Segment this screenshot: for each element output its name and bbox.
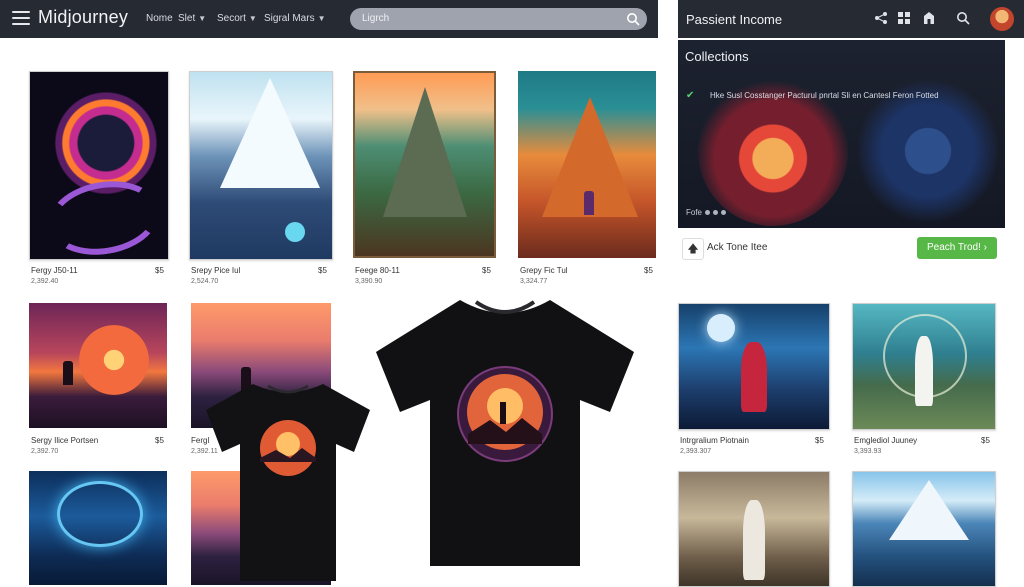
arrow-up-icon: 🡅	[687, 243, 699, 255]
product-image[interactable]	[29, 71, 169, 260]
product-title[interactable]: Intrgralium Piotnain	[680, 436, 749, 445]
store-icon[interactable]	[922, 11, 936, 25]
product-image[interactable]	[518, 71, 656, 258]
product-subtitle: 3,390.90	[355, 278, 383, 285]
brand-logo[interactable]: Midjourney	[38, 7, 128, 28]
pager-dot[interactable]	[705, 210, 711, 215]
product-image[interactable]	[678, 471, 830, 587]
nav-label: Sigral Mars	[264, 13, 315, 24]
nav-label: Slet	[178, 13, 196, 24]
cta-label: Peach Trod!	[926, 242, 981, 253]
product-title[interactable]: Srepy Pice Iul	[191, 266, 240, 275]
search-placeholder: Ligrch	[362, 13, 390, 24]
product-price: $5	[644, 266, 653, 275]
product-subtitle: 2,524.70	[191, 278, 219, 285]
product-title[interactable]: Feege 80-11	[355, 266, 400, 275]
product-image[interactable]	[678, 303, 830, 430]
product-subtitle: 3,393.93	[854, 448, 882, 455]
pager-dot[interactable]	[721, 210, 727, 215]
tshirt-mockup-large[interactable]	[372, 294, 638, 570]
search-icon[interactable]	[626, 12, 640, 26]
search-input[interactable]	[350, 8, 647, 30]
upload-arrow-button[interactable]: 🡅	[682, 238, 704, 260]
nav-label: Nome	[146, 13, 173, 24]
check-icon: ✔	[686, 90, 695, 101]
hamburger-menu-icon[interactable]	[12, 11, 30, 25]
grid-icon[interactable]	[897, 11, 911, 25]
product-price: $5	[155, 436, 164, 445]
product-price: $5	[318, 266, 327, 275]
product-subtitle: 2,393.307	[680, 448, 712, 455]
search-icon[interactable]	[956, 11, 970, 25]
product-image[interactable]	[852, 303, 996, 430]
product-image[interactable]	[353, 71, 496, 258]
product-title[interactable]: Fergy J50-11	[31, 266, 78, 275]
cta-button[interactable]: Peach Trod! ›	[917, 237, 997, 259]
nav-item-slet[interactable]: Slet ▼	[178, 13, 206, 24]
pager-label: Fofe	[686, 208, 703, 217]
product-title[interactable]: Emglediol Juuney	[854, 436, 917, 445]
carousel-pager[interactable]: Fofe	[686, 208, 727, 217]
nav-label: Secort	[217, 13, 246, 24]
product-image[interactable]	[852, 471, 996, 587]
product-subtitle: 2,392.70	[31, 448, 59, 455]
product-title[interactable]: Sergy Ilice Portsen	[31, 436, 98, 445]
product-image[interactable]	[29, 471, 167, 585]
product-image[interactable]	[29, 303, 167, 428]
nav-item-nome[interactable]: Nome	[146, 13, 173, 24]
product-price: $5	[815, 436, 824, 445]
product-price: $5	[482, 266, 491, 275]
product-title[interactable]: Grepy Fic Tul	[520, 266, 568, 275]
collections-title: Collections	[685, 49, 749, 64]
chevron-down-icon: ▼	[248, 14, 257, 23]
product-subtitle: 2,392.40	[31, 278, 59, 285]
product-subtitle: 3,324.77	[520, 278, 548, 285]
right-header-title: Passient Income	[686, 12, 783, 27]
collections-description: Hke Susl Cosstanger Pacturul pnrtal Sli …	[710, 91, 939, 100]
collections-panel[interactable]	[678, 40, 1005, 228]
pager-dot[interactable]	[713, 210, 719, 215]
side-action-label[interactable]: Ack Tone Itee	[707, 242, 767, 253]
avatar[interactable]	[990, 7, 1014, 31]
product-price: $5	[981, 436, 990, 445]
share-icon[interactable]	[874, 11, 888, 25]
tshirt-mockup-small[interactable]	[198, 378, 378, 583]
nav-item-secort[interactable]: Secort ▼	[217, 13, 257, 24]
nav-item-sigral-mars[interactable]: Sigral Mars ▼	[264, 13, 326, 24]
chevron-down-icon: ▼	[317, 14, 326, 23]
product-price: $5	[155, 266, 164, 275]
chevron-right-icon: ›	[983, 242, 988, 253]
product-image[interactable]	[189, 71, 333, 260]
chevron-down-icon: ▼	[198, 14, 207, 23]
